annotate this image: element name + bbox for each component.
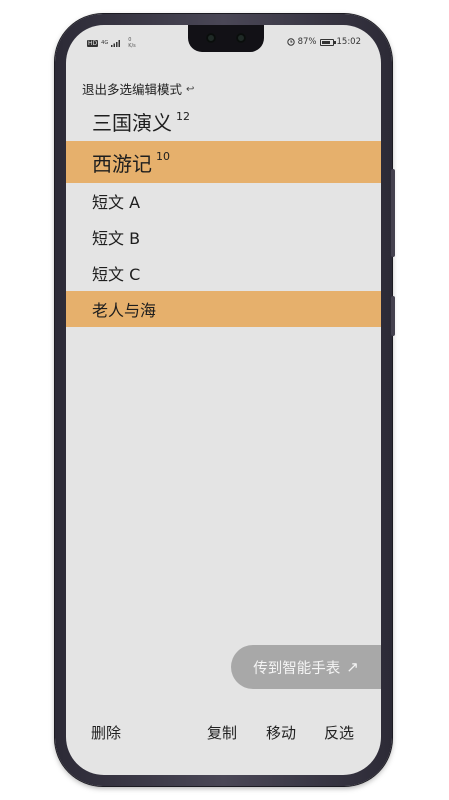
status-bar-left: HD 4G 0 K/s — [87, 37, 136, 49]
network-speed: 0 K/s — [128, 37, 136, 49]
arrow-up-right-icon: ↗ — [346, 658, 359, 676]
list-item-label: 短文 B — [92, 229, 141, 248]
list-item-label: 短文 C — [92, 265, 141, 284]
list-item-label: 短文 A — [92, 193, 141, 212]
copy-button[interactable]: 复制 — [207, 722, 237, 743]
list-item-label: 三国演义 — [92, 110, 172, 135]
phone-frame: HD 4G 0 K/s 87% 15:02 退出多选编辑模式 ↩ 三国演义 12… — [55, 14, 395, 786]
list-item-count: 12 — [176, 110, 190, 123]
signal-bars-icon — [111, 40, 121, 47]
list-item[interactable]: 短文 A — [66, 183, 381, 219]
list-item-selected[interactable]: 西游记 10 — [66, 141, 381, 183]
move-button[interactable]: 移动 — [266, 722, 296, 743]
signal-label: 4G — [101, 40, 109, 46]
bottom-action-bar: 删除 复制 移动 反选 — [66, 722, 381, 746]
speed-unit: K/s — [128, 43, 136, 49]
alarm-clock-icon — [286, 38, 295, 46]
list-item-selected[interactable]: 老人与海 — [66, 291, 381, 327]
book-list: 三国演义 12 西游记 10 短文 A 短文 B 短文 C 老人与海 — [66, 101, 381, 327]
volume-button — [391, 169, 395, 257]
exit-multiselect-button[interactable]: 退出多选编辑模式 ↩ — [82, 79, 194, 98]
send-to-smartwatch-label: 传到智能手表 — [253, 660, 341, 677]
list-item[interactable]: 短文 B — [66, 219, 381, 255]
delete-button[interactable]: 删除 — [91, 722, 121, 743]
list-item-label: 老人与海 — [92, 301, 157, 320]
front-camera-icon — [236, 33, 246, 43]
list-item[interactable]: 短文 C — [66, 255, 381, 291]
exit-multiselect-label: 退出多选编辑模式 — [82, 82, 183, 97]
battery-fill — [321, 40, 331, 44]
return-arrow-icon: ↩ — [186, 84, 195, 95]
power-button — [391, 296, 395, 336]
hd-badge: HD — [87, 39, 99, 47]
front-camera-icon — [206, 33, 216, 43]
clock-time: 15:02 — [336, 37, 362, 47]
camera-notch — [188, 25, 264, 52]
phone-screen: HD 4G 0 K/s 87% 15:02 退出多选编辑模式 ↩ 三国演义 12… — [66, 25, 381, 775]
list-item-count: 10 — [156, 150, 170, 163]
send-to-smartwatch-button[interactable]: 传到智能手表 ↗ — [231, 645, 381, 689]
list-item[interactable]: 三国演义 12 — [66, 101, 381, 141]
status-bar-right: 87% 15:02 — [286, 37, 362, 47]
battery-icon — [319, 38, 336, 46]
invert-selection-button[interactable]: 反选 — [324, 722, 354, 743]
battery-percent: 87% — [297, 37, 317, 47]
list-item-label: 西游记 — [92, 151, 152, 176]
